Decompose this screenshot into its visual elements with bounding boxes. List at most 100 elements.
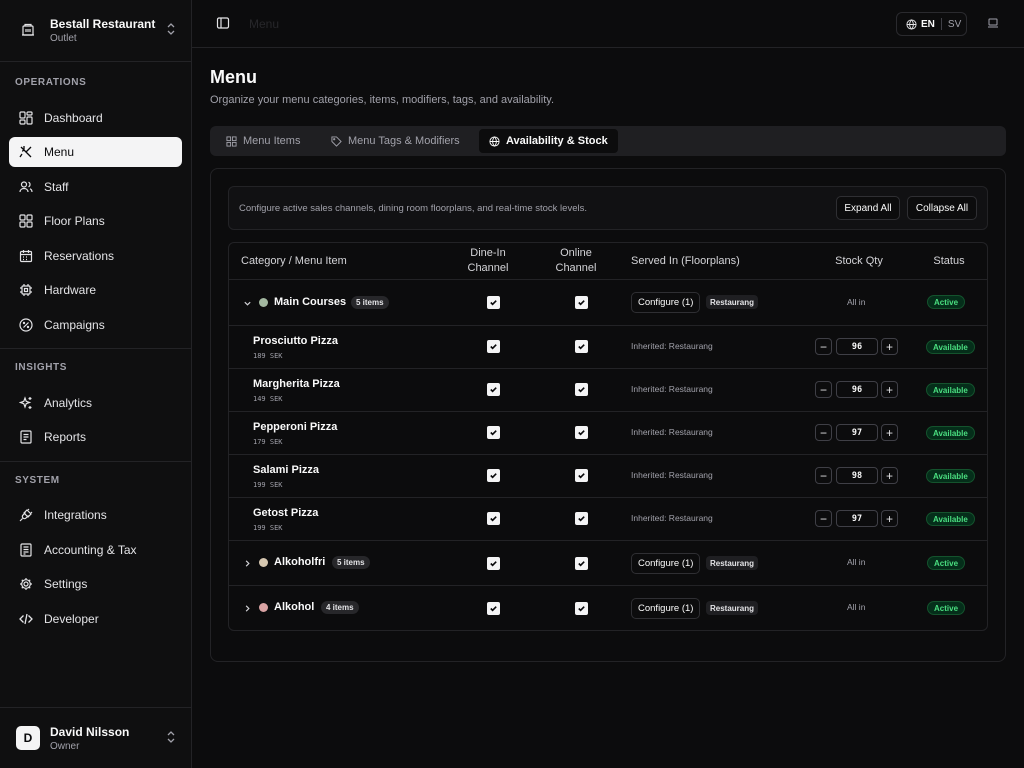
sidebar-item-accounting[interactable]: Accounting & Tax [9,535,182,565]
section-label-system: SYSTEM [15,475,60,486]
online-checkbox[interactable] [575,512,588,525]
dine-in-checkbox[interactable] [487,296,500,309]
dine-in-checkbox[interactable] [487,557,500,570]
sidebar-item-reports[interactable]: Reports [9,422,182,452]
stock-qty-input[interactable] [836,424,878,441]
item-name: Pepperoni Pizza [253,421,338,433]
stock-qty-input[interactable] [836,338,878,355]
sidebar-item-label: Floor Plans [44,214,105,228]
sidebar-item-settings[interactable]: Settings [9,569,182,599]
dine-in-checkbox[interactable] [487,602,500,615]
online-checkbox[interactable] [575,340,588,353]
online-checkbox[interactable] [575,557,588,570]
sidebar-toggle-icon[interactable] [216,16,232,32]
online-checkbox[interactable] [575,469,588,482]
dine-in-checkbox[interactable] [487,426,500,439]
sidebar-item-reservations[interactable]: Reservations [9,241,182,271]
increment-button[interactable]: + [881,467,898,484]
sidebar-item-hardware[interactable]: Hardware [9,275,182,305]
category-row[interactable]: Alkoholfri 5 items Configure (1) Restaur… [229,540,987,585]
item-name: Prosciutto Pizza [253,335,338,347]
laptop-icon[interactable] [987,17,999,32]
building-icon [16,18,40,42]
sidebar-item-label: Settings [44,577,88,591]
chevron-right-icon[interactable] [242,603,252,613]
decrement-button[interactable]: − [815,338,832,355]
served-in-inherited: Inherited: Restaurang [631,513,713,523]
configure-floorplans-button[interactable]: Configure (1) [631,598,701,619]
collapse-all-button[interactable]: Collapse All [907,196,977,220]
dine-in-checkbox[interactable] [487,512,500,525]
online-checkbox[interactable] [575,296,588,309]
globe-icon [489,135,500,147]
header-stock-qty: Stock Qty [835,255,883,267]
user-role: Owner [50,740,80,752]
lang-sv[interactable]: SV [948,19,961,30]
sidebar-item-integrations[interactable]: Integrations [9,500,182,530]
sidebar-divider [0,461,191,462]
tab-label: Menu Tags & Modifiers [348,135,460,147]
status-badge: Active [927,295,966,309]
report-icon [18,429,34,445]
item-row: Margherita Pizza 149 SEK Inherited: Rest… [229,368,987,411]
chevrons-up-down-icon [166,22,176,39]
tab-availability-stock[interactable]: Availability & Stock [479,129,618,153]
decrement-button[interactable]: − [815,424,832,441]
online-checkbox[interactable] [575,602,588,615]
receipt-icon [18,542,34,558]
chevron-right-icon[interactable] [242,558,252,568]
item-name: Getost Pizza [253,507,319,519]
stock-qty-input[interactable] [836,510,878,527]
sidebar-item-dashboard[interactable]: Dashboard [9,103,182,133]
decrement-button[interactable]: − [815,467,832,484]
sidebar-item-label: Staff [44,180,69,194]
sidebar-item-label: Reports [44,430,87,444]
org-type: Outlet [50,32,77,44]
chevron-down-icon[interactable] [242,298,252,308]
section-label-operations: OPERATIONS [15,77,87,88]
org-switcher[interactable]: Bestall Restaurant Outlet [8,8,184,52]
org-name: Bestall Restaurant [50,16,156,31]
item-row: Getost Pizza 199 SEK Inherited: Restaura… [229,497,987,540]
item-row: Prosciutto Pizza 189 SEK Inherited: Rest… [229,325,987,368]
calendar-icon [18,248,34,264]
increment-button[interactable]: + [881,510,898,527]
configure-floorplans-button[interactable]: Configure (1) [631,553,701,574]
increment-button[interactable]: + [881,381,898,398]
category-row[interactable]: Alkohol 4 items Configure (1) Restaurang… [229,585,987,630]
header-category: Category / Menu Item [241,255,347,267]
sidebar-item-analytics[interactable]: Analytics [9,388,182,418]
category-item-count: 5 items [332,556,370,569]
online-checkbox[interactable] [575,383,588,396]
sidebar-item-staff[interactable]: Staff [9,172,182,202]
user-menu[interactable]: D David Nilsson Owner [8,716,184,760]
sidebar: Bestall Restaurant Outlet OPERATIONS Das… [0,0,192,768]
dine-in-checkbox[interactable] [487,383,500,396]
category-row[interactable]: Main Courses 5 items Configure (1) Resta… [229,279,987,325]
dine-in-checkbox[interactable] [487,469,500,482]
status-badge: Available [926,426,975,440]
item-name: Salami Pizza [253,464,320,476]
sidebar-item-floor-plans[interactable]: Floor Plans [9,206,182,236]
stock-qty-input[interactable] [836,381,878,398]
configure-floorplans-button[interactable]: Configure (1) [631,292,701,313]
category-item-count: 4 items [321,601,359,614]
breadcrumb: Menu [249,17,280,31]
section-label-insights: INSIGHTS [15,362,68,373]
increment-button[interactable]: + [881,424,898,441]
tag-icon [331,135,342,147]
stock-qty-input[interactable] [836,467,878,484]
decrement-button[interactable]: − [815,510,832,527]
tab-menu-tags-modifiers[interactable]: Menu Tags & Modifiers [321,129,470,153]
online-checkbox[interactable] [575,426,588,439]
sidebar-item-developer[interactable]: Developer [9,604,182,634]
expand-all-button[interactable]: Expand All [836,196,900,220]
sidebar-item-campaigns[interactable]: Campaigns [9,310,182,340]
dine-in-checkbox[interactable] [487,340,500,353]
lang-en[interactable]: EN [921,19,935,30]
decrement-button[interactable]: − [815,381,832,398]
sidebar-item-menu[interactable]: Menu [9,137,182,167]
increment-button[interactable]: + [881,338,898,355]
tab-menu-items[interactable]: Menu Items [216,129,310,153]
language-switcher[interactable]: EN SV [896,12,967,36]
